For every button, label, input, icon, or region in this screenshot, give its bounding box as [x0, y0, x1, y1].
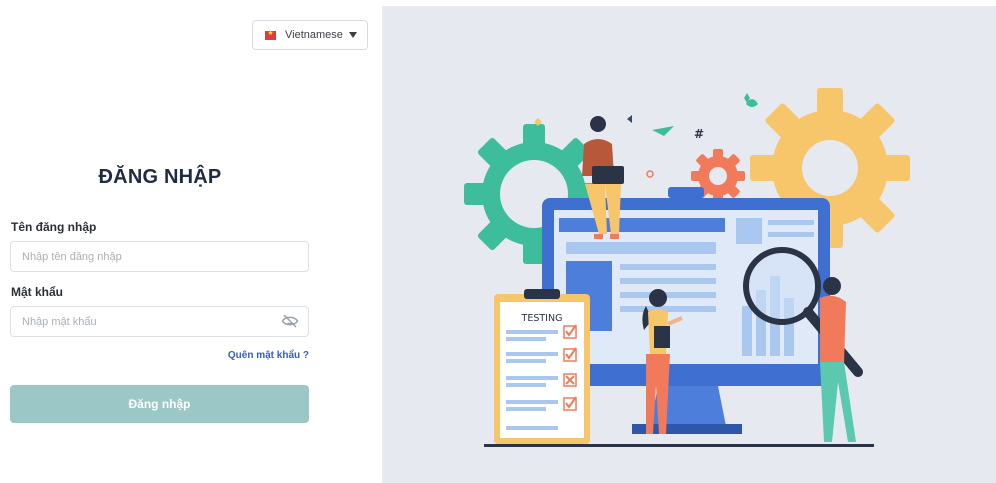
- dot-icon: [646, 170, 654, 178]
- language-select[interactable]: Vietnamese: [252, 20, 368, 50]
- illustration-panel: # TESTING: [382, 6, 996, 483]
- username-input[interactable]: [10, 241, 309, 272]
- vietnam-flag-icon: [265, 29, 276, 40]
- page-title: ĐĂNG NHẬP: [98, 166, 222, 188]
- testing-clipboard: TESTING: [494, 289, 590, 444]
- password-label: Mật khẩu: [11, 285, 64, 299]
- login-page: Vietnamese ĐĂNG NHẬP Tên đăng nhập Mật k…: [0, 0, 996, 483]
- language-label: Vietnamese: [285, 29, 343, 41]
- username-label: Tên đăng nhập: [11, 220, 97, 234]
- clipboard-title: TESTING: [521, 313, 563, 324]
- sparkle-icon: [627, 115, 632, 123]
- password-input[interactable]: [10, 306, 309, 337]
- hashtag-text: #: [694, 127, 704, 141]
- forgot-password-link[interactable]: Quên mật khẩu ?: [228, 350, 309, 361]
- eye-off-icon[interactable]: [281, 313, 299, 329]
- floor-line: [484, 444, 874, 447]
- testing-illustration: # TESTING: [464, 88, 910, 447]
- webcam-icon: [668, 187, 704, 198]
- caret-down-icon: [349, 32, 357, 38]
- paper-plane-icon: [652, 126, 674, 136]
- login-button[interactable]: Đăng nhập: [10, 385, 309, 423]
